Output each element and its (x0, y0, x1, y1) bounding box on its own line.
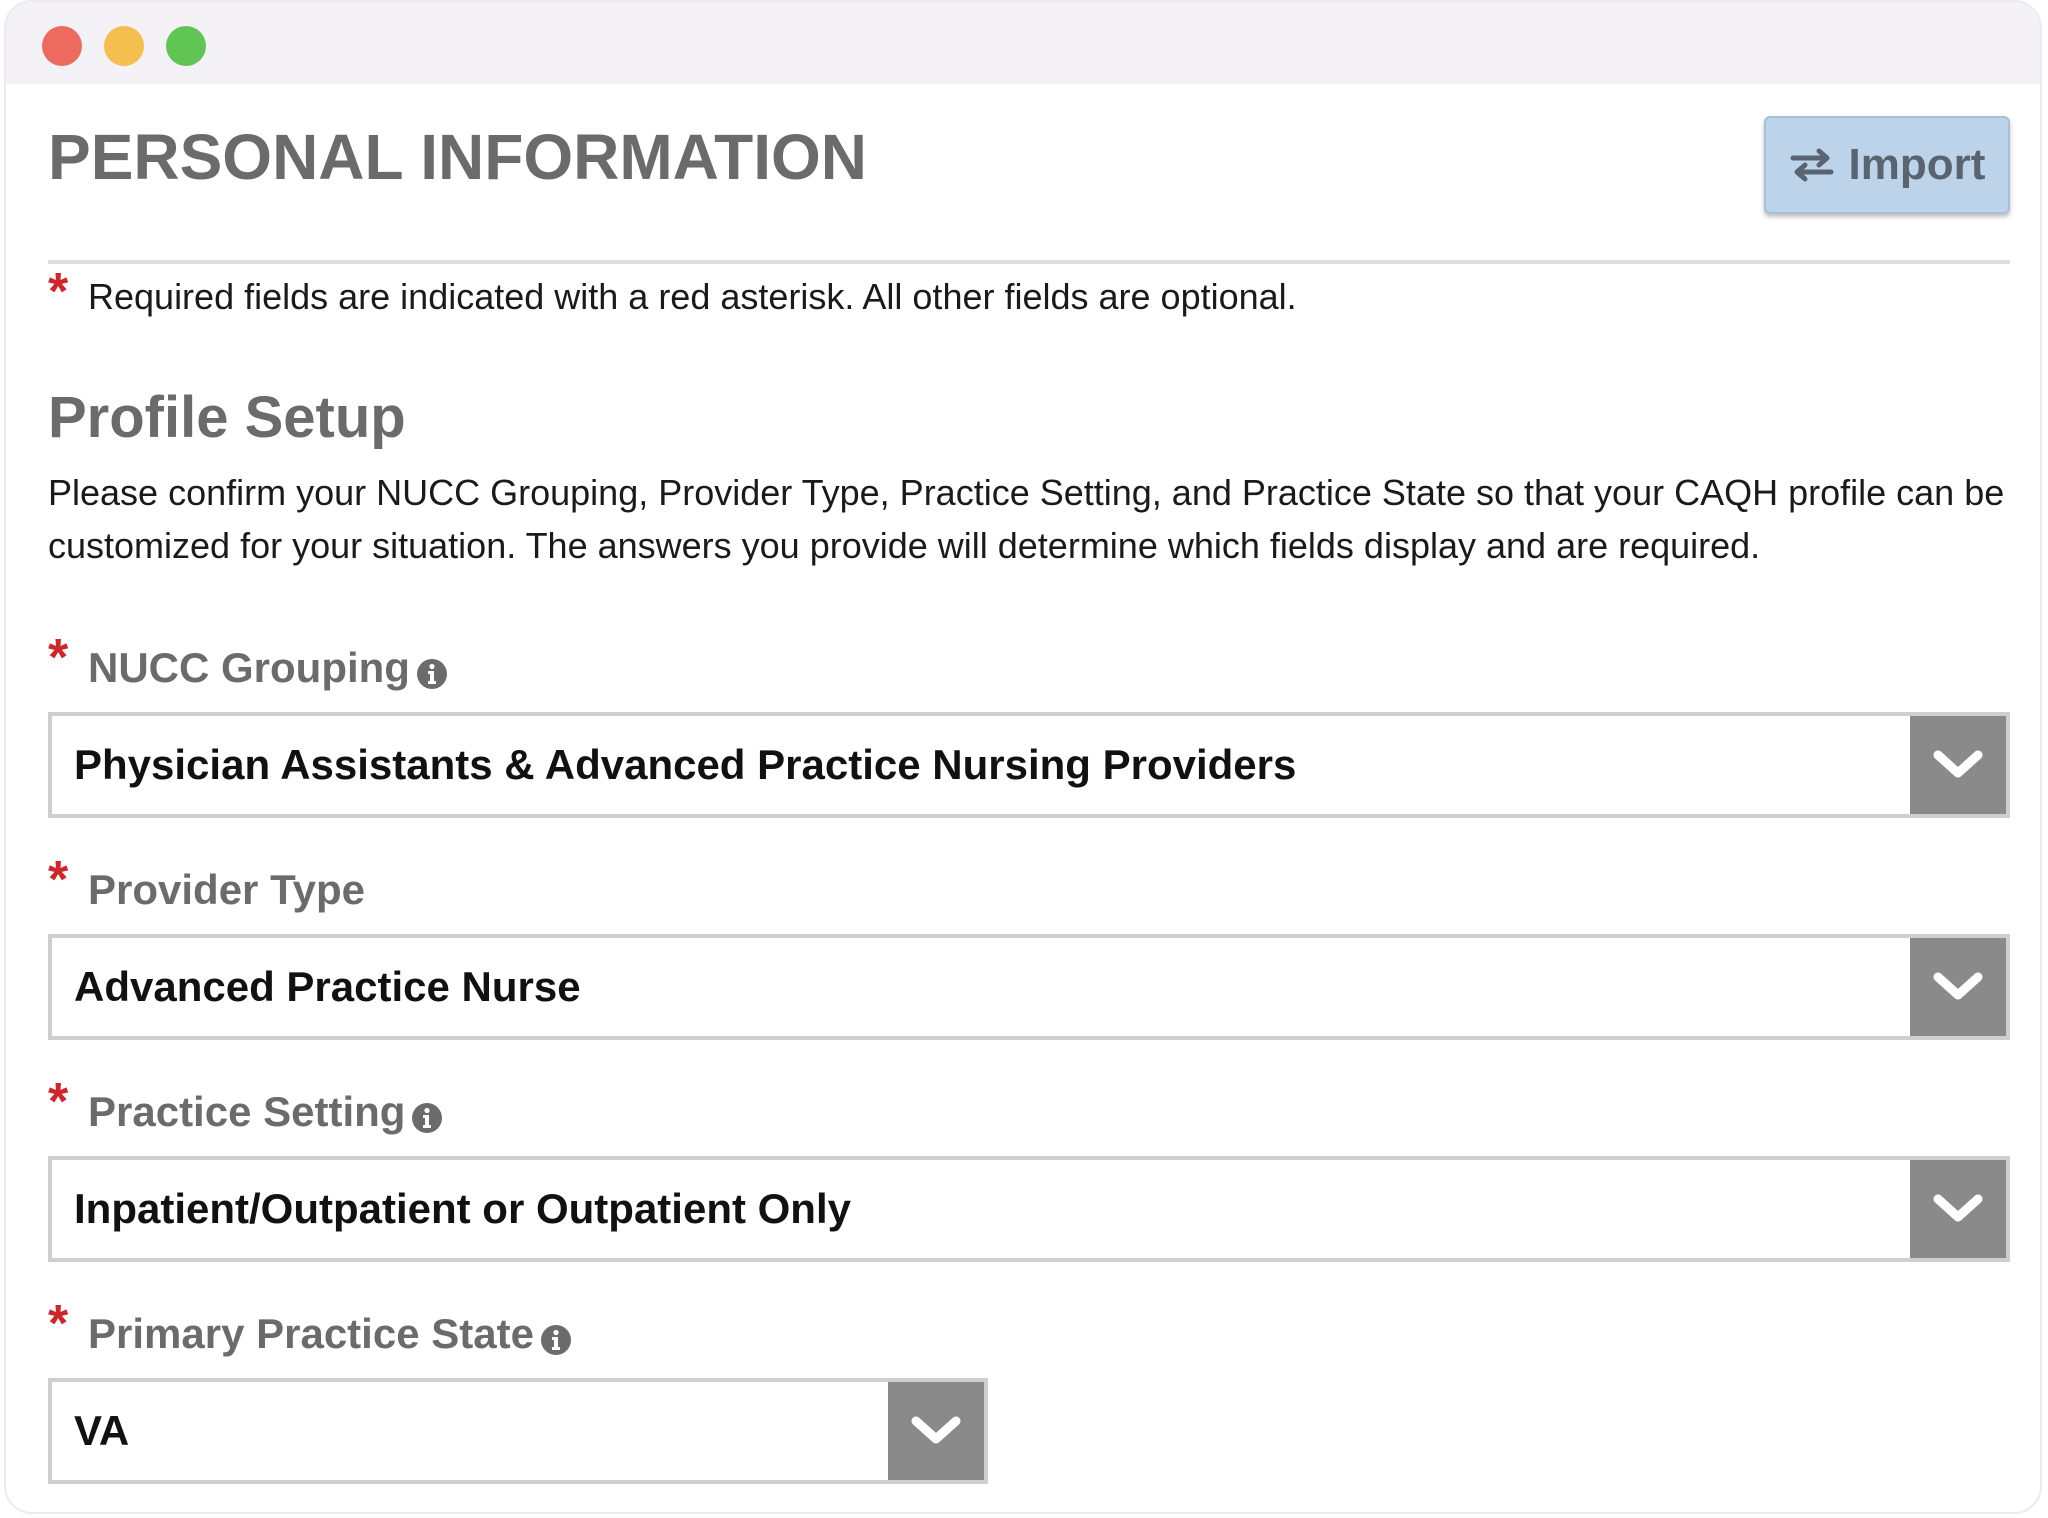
chevron-down-icon[interactable] (1910, 1160, 2006, 1258)
required-note-text: Required fields are indicated with a red… (88, 276, 1297, 317)
app-window: PERSONAL INFORMATION Import * Required f… (4, 0, 2042, 1514)
required-fields-note: * Required fields are indicated with a r… (48, 266, 1297, 318)
primary-practice-state-select[interactable]: VA (48, 1378, 988, 1484)
provider-type-select[interactable]: Advanced Practice Nurse (48, 934, 2010, 1040)
primary-practice-state-value: VA (74, 1407, 130, 1454)
nucc-grouping-value: Physician Assistants & Advanced Practice… (74, 741, 1297, 788)
import-button-label: Import (1848, 140, 1986, 189)
info-icon[interactable] (540, 1318, 572, 1355)
practice-setting-label-text: Practice Setting (88, 1088, 406, 1135)
required-asterisk: * (48, 629, 69, 687)
header-divider (48, 260, 2010, 264)
section-title: Profile Setup (48, 385, 406, 450)
info-icon[interactable] (416, 652, 448, 689)
import-button[interactable]: Import (1764, 116, 2010, 214)
required-asterisk: * (48, 263, 69, 321)
provider-type-label: * Provider Type (48, 854, 365, 914)
nucc-grouping-select[interactable]: Physician Assistants & Advanced Practice… (48, 712, 2010, 818)
practice-setting-value: Inpatient/Outpatient or Outpatient Only (74, 1185, 851, 1232)
practice-setting-select[interactable]: Inpatient/Outpatient or Outpatient Only (48, 1156, 2010, 1262)
section-description: Please confirm your NUCC Grouping, Provi… (48, 472, 2005, 566)
page-header: PERSONAL INFORMATION Import (48, 84, 2010, 264)
chevron-down-icon[interactable] (1910, 938, 2006, 1036)
personal-information-form: PERSONAL INFORMATION Import * Required f… (48, 84, 2010, 1484)
chevron-down-icon[interactable] (888, 1382, 984, 1480)
provider-type-label-text: Provider Type (88, 866, 365, 913)
minimize-window-button[interactable] (104, 26, 144, 66)
window-titlebar (6, 2, 2040, 84)
close-window-button[interactable] (42, 26, 82, 66)
maximize-window-button[interactable] (166, 26, 206, 66)
primary-practice-state-label-text: Primary Practice State (88, 1310, 534, 1357)
nucc-grouping-label: * NUCC Grouping (48, 632, 448, 692)
primary-practice-state-label: * Primary Practice State (48, 1298, 572, 1358)
page-title: PERSONAL INFORMATION (48, 121, 867, 193)
swap-arrows-icon (1789, 148, 1835, 182)
practice-setting-label: * Practice Setting (48, 1076, 443, 1136)
required-asterisk: * (48, 851, 69, 909)
nucc-grouping-label-text: NUCC Grouping (88, 644, 410, 691)
info-icon[interactable] (411, 1096, 443, 1133)
required-asterisk: * (48, 1073, 69, 1131)
provider-type-value: Advanced Practice Nurse (74, 963, 581, 1010)
required-asterisk: * (48, 1295, 69, 1353)
chevron-down-icon[interactable] (1910, 716, 2006, 814)
